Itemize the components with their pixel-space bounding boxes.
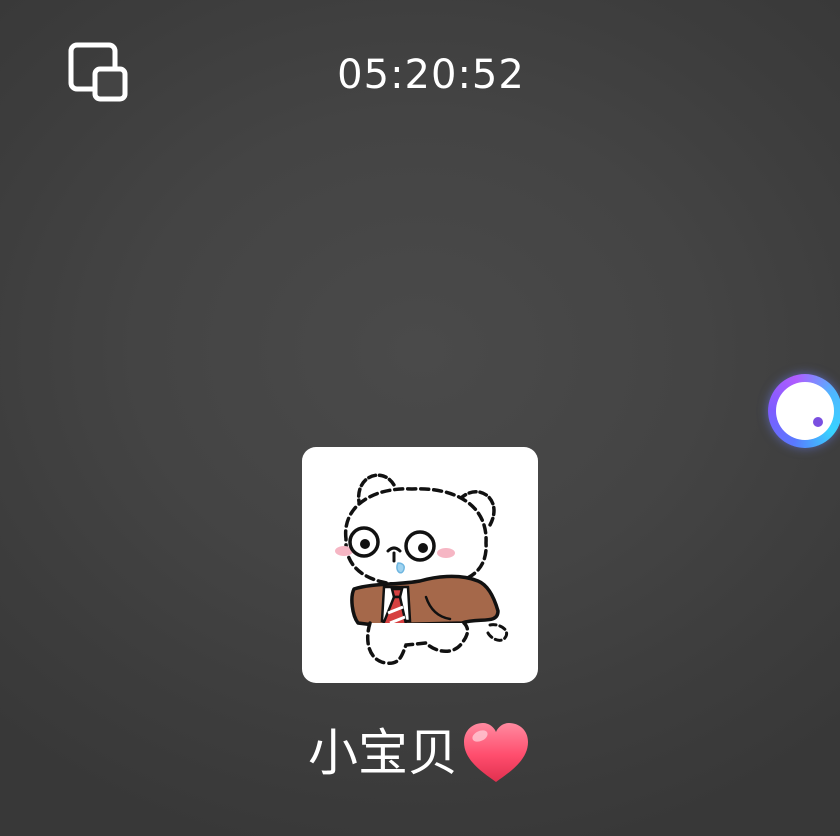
heart-icon [460, 720, 532, 786]
assistant-floating-ball[interactable] [768, 374, 840, 448]
contact-name-row: 小宝贝 [0, 718, 840, 788]
top-bar: 05:20:52 [0, 0, 840, 150]
cartoon-bear-avatar [335, 473, 509, 665]
assistant-ball-icon [776, 382, 834, 440]
assistant-ball-dot [813, 417, 823, 427]
call-timer: 05:20:52 [337, 52, 525, 98]
contact-name: 小宝贝 [308, 724, 458, 782]
contact-avatar [302, 447, 538, 683]
